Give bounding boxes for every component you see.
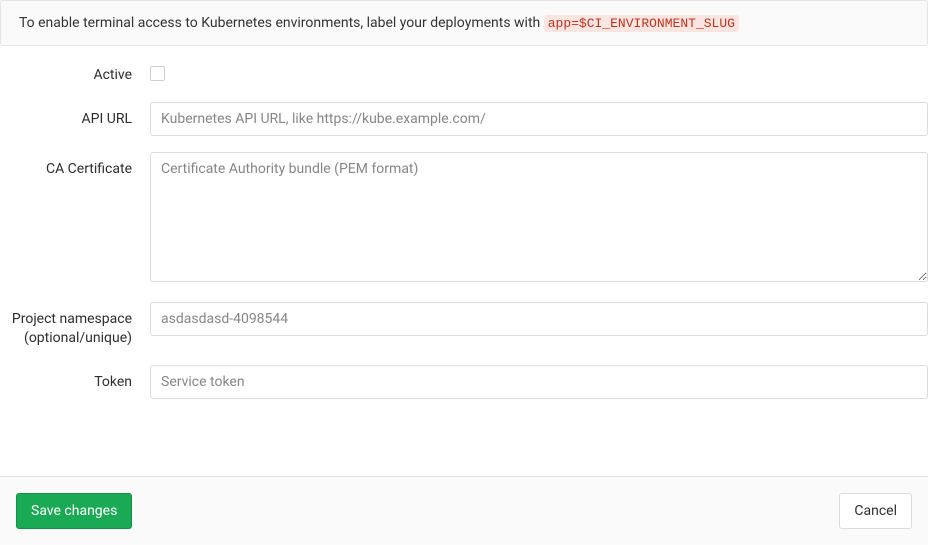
api-url-label: API URL bbox=[0, 102, 150, 130]
token-label: Token bbox=[0, 365, 150, 393]
ca-certificate-field-wrapper bbox=[150, 152, 928, 286]
form-row-ca-certificate: CA Certificate bbox=[0, 152, 928, 286]
ca-certificate-label: CA Certificate bbox=[0, 152, 150, 180]
form-row-project-namespace: Project namespace (optional/unique) bbox=[0, 302, 928, 349]
token-field-wrapper bbox=[150, 365, 928, 399]
form-row-active: Active bbox=[0, 64, 928, 86]
ca-certificate-textarea[interactable] bbox=[150, 152, 928, 282]
cancel-button[interactable]: Cancel bbox=[839, 493, 912, 529]
info-banner-text: To enable terminal access to Kubernetes … bbox=[19, 15, 544, 31]
form-row-token: Token bbox=[0, 365, 928, 399]
project-namespace-field-wrapper bbox=[150, 302, 928, 336]
api-url-field-wrapper bbox=[150, 102, 928, 136]
footer-bar: Save changes Cancel bbox=[0, 476, 928, 545]
project-namespace-label: Project namespace (optional/unique) bbox=[0, 302, 150, 349]
active-field-wrapper bbox=[150, 64, 928, 85]
form-row-api-url: API URL bbox=[0, 102, 928, 136]
api-url-input[interactable] bbox=[150, 102, 928, 136]
save-button[interactable]: Save changes bbox=[16, 493, 132, 529]
token-input[interactable] bbox=[150, 365, 928, 399]
info-banner-code: app=$CI_ENVIRONMENT_SLUG bbox=[544, 15, 739, 32]
active-checkbox[interactable] bbox=[150, 66, 165, 81]
info-banner: To enable terminal access to Kubernetes … bbox=[0, 0, 928, 46]
kubernetes-form: Active API URL CA Certificate Project na… bbox=[0, 64, 928, 399]
active-label: Active bbox=[0, 64, 150, 86]
project-namespace-input[interactable] bbox=[150, 302, 928, 336]
